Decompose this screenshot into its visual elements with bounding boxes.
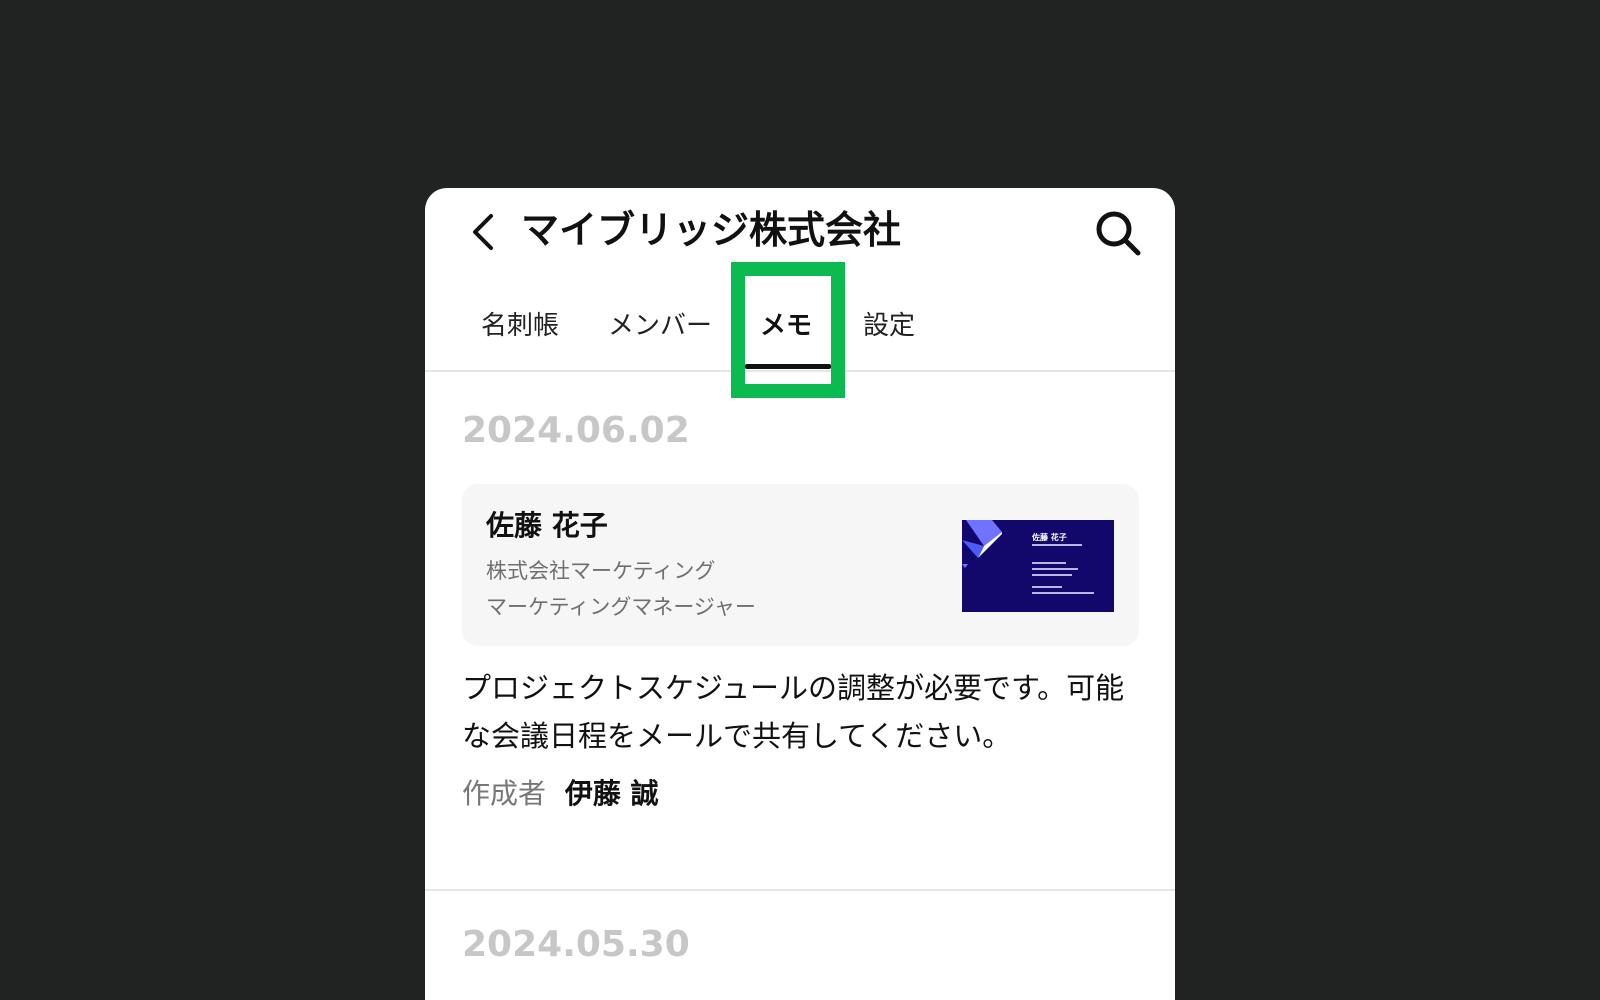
thumbnail-text-line [1032, 544, 1082, 546]
memo-date: 2024.06.02 [462, 410, 690, 451]
thumbnail-text-line [1032, 574, 1072, 576]
thumbnail-text-line [1032, 568, 1078, 570]
page-title: マイブリッジ株式会社 [521, 208, 902, 252]
memo-author: 作成者 伊藤 誠 [462, 774, 659, 814]
card-logo-icon [962, 520, 1002, 568]
tab-business-cards[interactable]: 名刺帳 [481, 306, 559, 346]
back-button[interactable] [461, 208, 505, 256]
active-tab-indicator [745, 364, 831, 369]
app-header: マイブリッジ株式会社 [425, 188, 1175, 284]
thumbnail-text-line [1032, 586, 1062, 588]
memo-divider [425, 889, 1175, 891]
card-company-name: 株式会社マーケティング [486, 559, 716, 583]
tab-memo[interactable]: メモ [760, 306, 812, 346]
tab-bar: 名刺帳 メンバー メモ 設定 [425, 284, 1175, 372]
search-icon [1096, 211, 1141, 256]
author-name: 伊藤 誠 [564, 777, 659, 810]
thumbnail-text-line [1032, 562, 1066, 564]
memo-body: プロジェクトスケジュールの調整が必要です。可能な会議日程をメールで共有してくださ… [462, 671, 1125, 753]
author-label: 作成者 [462, 777, 547, 810]
card-person-name: 佐藤 花子 [486, 509, 608, 542]
memo-date: 2024.05.30 [462, 924, 690, 965]
chevron-left-icon [473, 214, 493, 250]
business-card-thumbnail: 佐藤 花子 [962, 520, 1114, 612]
card-job-title: マーケティングマネージャー [486, 595, 756, 619]
business-card-item[interactable]: 佐藤 花子 株式会社マーケティング マーケティングマネージャー 佐藤 花子 [462, 484, 1139, 646]
search-button[interactable] [1091, 206, 1145, 260]
app-screen: マイブリッジ株式会社 名刺帳 メンバー メモ 設定 2024.06.02 佐藤 … [425, 188, 1175, 1000]
tab-settings[interactable]: 設定 [863, 306, 915, 346]
thumbnail-text-line [1032, 592, 1094, 594]
thumbnail-name: 佐藤 花子 [1032, 533, 1067, 542]
tab-members[interactable]: メンバー [608, 306, 712, 346]
